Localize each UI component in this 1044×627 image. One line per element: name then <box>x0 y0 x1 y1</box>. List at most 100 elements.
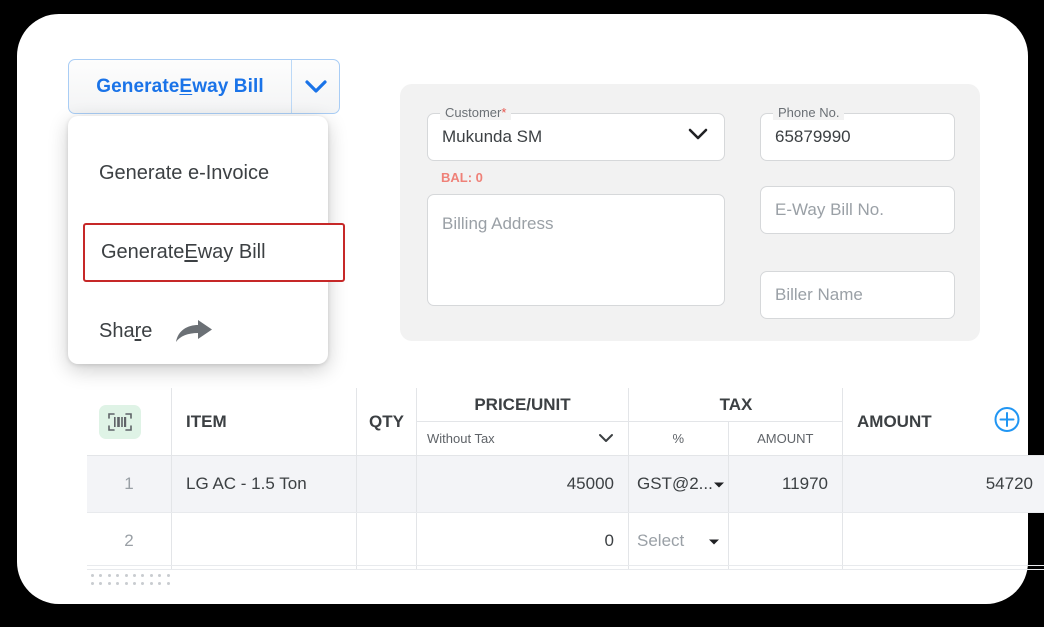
caret-down-icon <box>713 474 725 494</box>
dot <box>158 574 162 577</box>
row-price-value: 0 <box>604 531 614 550</box>
billing-address-placeholder: Billing Address <box>442 214 554 233</box>
dot <box>99 574 103 577</box>
menu-item-generate-eway-bill-label-accesskey: E <box>184 241 198 263</box>
menu-item-share[interactable]: Sha r e <box>68 302 328 361</box>
items-table: ITEM QTY PRICE/UNIT Without Tax TAX % AM… <box>87 388 1044 570</box>
barcode-scanner-icon[interactable] <box>99 404 141 439</box>
biller-name-placeholder: Biller Name <box>775 285 863 304</box>
menu-item-generate-eway-bill-label-prefix: Generate <box>101 241 185 263</box>
table-row[interactable]: 2 0 Select <box>87 513 1044 570</box>
generate-dropdown-menu: Generate e-Invoice Generate Eway Bill Sh… <box>68 116 345 364</box>
dot <box>149 574 153 577</box>
generate-eway-bill-dropdown-toggle[interactable] <box>291 60 339 113</box>
column-header-tax-amount-label: AMOUNT <box>757 431 814 446</box>
dot <box>107 582 111 585</box>
items-table-header: ITEM QTY PRICE/UNIT Without Tax TAX % AM… <box>87 388 1044 456</box>
table-row[interactable]: 1 LG AC - 1.5 Ton 45000 GST@2... 11970 5… <box>87 456 1044 513</box>
dot <box>158 582 162 585</box>
dot <box>91 582 94 585</box>
dot <box>141 574 145 577</box>
row-tax-percent-cell[interactable]: Select <box>629 513 729 569</box>
customer-select[interactable]: Customer* Mukunda SM <box>427 105 725 161</box>
menu-item-share-label-suffix: e <box>141 320 153 342</box>
menu-item-generate-eway-bill[interactable]: Generate Eway Bill <box>83 223 345 282</box>
generate-eway-bill-button[interactable]: Generate Eway Bill <box>69 60 291 113</box>
chevron-down-icon <box>688 128 708 146</box>
row-item-cell[interactable]: LG AC - 1.5 Ton <box>172 456 357 512</box>
row-amount-cell[interactable]: 54720 <box>843 456 1044 512</box>
row-amount-cell[interactable] <box>843 513 1044 569</box>
chevron-down-icon <box>598 430 614 448</box>
dot <box>99 582 103 585</box>
menu-item-generate-e-invoice-label: Generate e-Invoice <box>99 162 270 184</box>
column-header-item: ITEM <box>172 388 357 455</box>
row-tax-amount-value: 11970 <box>781 474 828 493</box>
dot <box>116 574 120 577</box>
row-qty-cell[interactable] <box>357 456 417 512</box>
customer-details-panel: Customer* Mukunda SM BAL: 0 Phone No. 65… <box>400 84 980 341</box>
dot <box>132 574 136 577</box>
price-unit-tax-mode-value: Without Tax <box>427 431 495 446</box>
required-marker: * <box>501 105 507 120</box>
column-header-price-unit: PRICE/UNIT Without Tax <box>417 388 629 455</box>
row-item-cell[interactable] <box>172 513 357 569</box>
row-qty-cell[interactable] <box>357 513 417 569</box>
dot <box>107 574 111 577</box>
row-tax-percent-select[interactable]: GST@2... <box>637 474 724 494</box>
row-tax-percent-value: Select <box>637 531 685 550</box>
column-header-qty: QTY <box>357 388 417 455</box>
row-price-value: 45000 <box>566 474 614 493</box>
column-header-amount-label: AMOUNT <box>857 411 932 431</box>
phone-no-value: 65879990 <box>775 127 851 146</box>
phone-no-legend: Phone No. <box>773 105 845 120</box>
row-amount-value: 54720 <box>985 474 1033 493</box>
scan-barcode-cell[interactable] <box>87 388 172 455</box>
row-price-cell[interactable]: 0 <box>417 513 629 569</box>
table-bottom-divider <box>87 565 1044 566</box>
row-tax-percent-value: GST@2... <box>637 474 713 493</box>
row-price-cell[interactable]: 45000 <box>417 456 629 512</box>
menu-item-generate-e-invoice[interactable]: Generate e-Invoice <box>68 144 328 203</box>
column-header-tax-percent-label: % <box>629 422 729 455</box>
column-header-amount: AMOUNT <box>843 388 1044 455</box>
plus-circle-icon <box>994 406 1020 432</box>
column-header-qty-label: QTY <box>369 411 404 431</box>
row-tax-percent-select[interactable]: Select <box>637 531 720 551</box>
dot <box>166 574 170 577</box>
column-header-tax: TAX % AMOUNT <box>629 388 843 455</box>
phone-no-field[interactable]: Phone No. 65879990 <box>760 105 955 161</box>
table-resize-handle[interactable] <box>91 574 175 585</box>
billing-address-field[interactable]: Billing Address <box>427 194 725 306</box>
generate-eway-bill-label-suffix: way Bill <box>192 75 264 97</box>
price-unit-tax-mode-select[interactable]: Without Tax <box>417 422 628 455</box>
row-tax-amount-cell[interactable]: 11970 <box>729 456 843 512</box>
dot <box>132 582 136 585</box>
dot <box>91 574 94 577</box>
generate-eway-bill-label-accesskey: E <box>179 75 193 97</box>
row-index-cell: 1 <box>87 456 172 512</box>
row-index-cell: 2 <box>87 513 172 569</box>
column-header-tax-label: TAX <box>629 388 843 422</box>
biller-name-field[interactable]: Biller Name <box>760 271 955 319</box>
add-row-button[interactable] <box>993 405 1021 438</box>
dot <box>141 582 145 585</box>
caret-down-icon <box>708 531 720 551</box>
customer-legend: Customer* <box>440 105 512 120</box>
menu-item-share-label-accesskey: r <box>134 320 142 342</box>
generate-eway-bill-label-prefix: Generate <box>96 75 180 97</box>
customer-balance: BAL: 0 <box>441 170 483 185</box>
row-index: 1 <box>124 474 134 493</box>
menu-item-share-label-prefix: Sha <box>99 320 135 342</box>
column-header-item-label: ITEM <box>186 411 227 431</box>
dot <box>149 582 153 585</box>
share-arrow-icon <box>174 318 214 346</box>
row-tax-amount-cell[interactable] <box>729 513 843 569</box>
app-card: Generate Eway Bill Generate e-Invoice Ge… <box>17 14 1044 604</box>
generate-eway-bill-split-button[interactable]: Generate Eway Bill <box>68 59 340 114</box>
customer-value: Mukunda SM <box>442 127 543 146</box>
eway-bill-no-placeholder: E-Way Bill No. <box>775 200 884 219</box>
row-tax-percent-cell[interactable]: GST@2... <box>629 456 729 512</box>
column-header-price-unit-label: PRICE/UNIT <box>417 388 628 422</box>
eway-bill-no-field[interactable]: E-Way Bill No. <box>760 186 955 234</box>
